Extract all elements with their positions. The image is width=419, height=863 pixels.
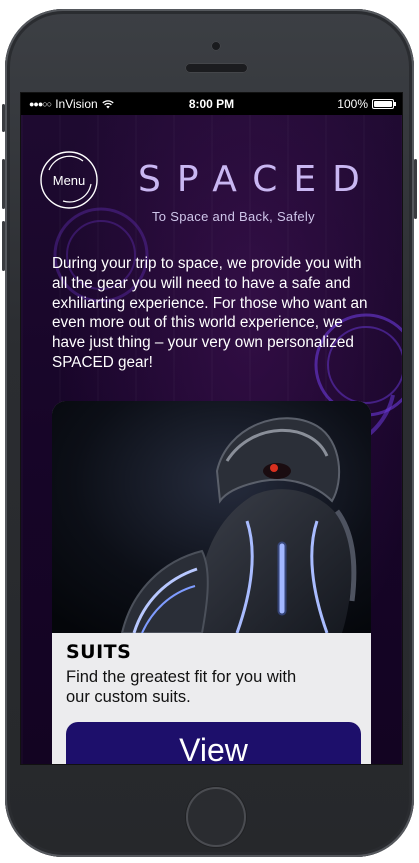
device-screen: ●●●○○ InVision 8:00 PM 100% Menu SPACED … (21, 93, 402, 764)
menu-button[interactable]: Menu (39, 150, 99, 210)
tagline: To Space and Back, Safely (152, 209, 315, 224)
brand-logo-text: SPACED (138, 159, 376, 200)
product-card-suits[interactable]: SUITS Find the greatest fit for you with… (52, 401, 371, 764)
mute-switch (2, 104, 5, 132)
battery-percent: 100% (337, 97, 368, 111)
earpiece-speaker (185, 63, 248, 73)
space-suit-image (52, 401, 371, 633)
status-right: 100% (337, 97, 396, 111)
card-title: SUITS (66, 641, 132, 663)
app-content: Menu SPACED To Space and Back, Safely Du… (21, 115, 402, 764)
volume-down-button (2, 221, 5, 271)
status-bar: ●●●○○ InVision 8:00 PM 100% (21, 93, 402, 115)
home-button[interactable] (186, 787, 246, 847)
intro-paragraph: During your trip to space, we provide yo… (52, 255, 368, 371)
volume-up-button (2, 159, 5, 209)
view-button[interactable]: View (66, 722, 361, 764)
card-body: SUITS Find the greatest fit for you with… (66, 641, 361, 707)
battery-icon (372, 99, 396, 109)
power-button (414, 159, 417, 219)
card-description: Find the greatest fit for you with our c… (66, 668, 297, 706)
front-camera (211, 41, 221, 51)
